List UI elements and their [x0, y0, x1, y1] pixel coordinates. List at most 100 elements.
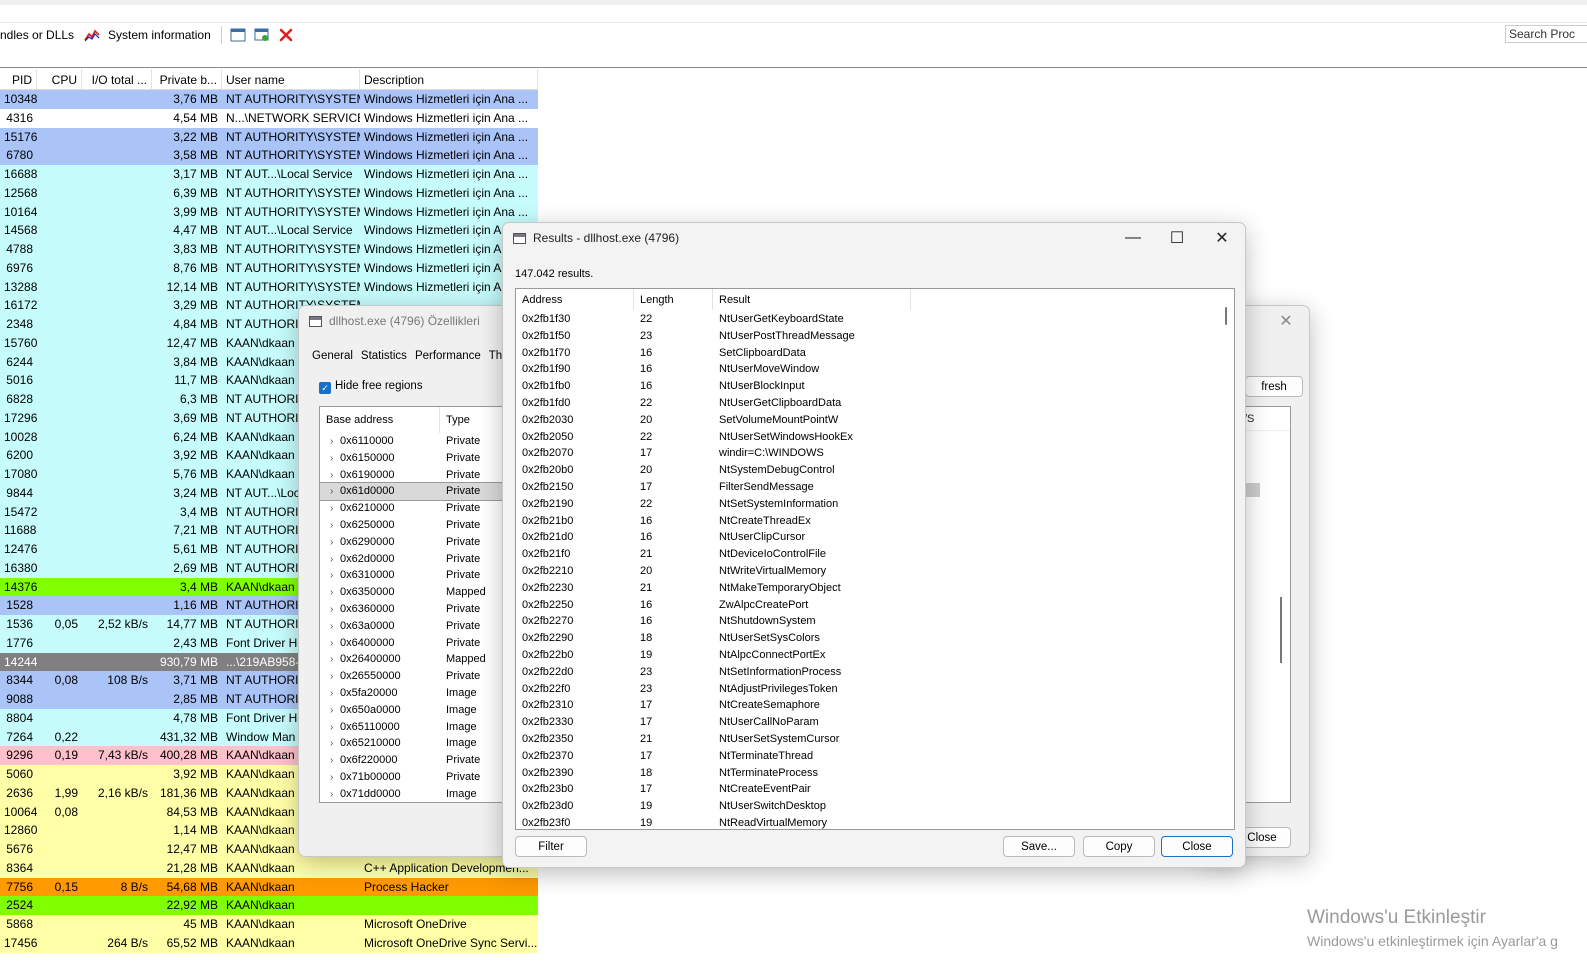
process-row[interactable]: 7756 0,15 8 B/s 54,68 MB KAAN\dkaan Process H… — [0, 877, 538, 897]
column-io-total[interactable]: I/O total ... — [82, 69, 152, 89]
result-row[interactable]: 0x2fb1f70 16 SetClipboardData — [516, 345, 1234, 362]
chevron-right-icon[interactable]: › — [330, 703, 340, 720]
chevron-right-icon[interactable]: › — [330, 518, 340, 535]
minimize-icon[interactable]: — — [1110, 223, 1156, 253]
result-row[interactable]: 0x2fb2390 18 NtTerminateProcess — [516, 765, 1234, 782]
memory-region-row[interactable]: › 0x62d0000 Private — [320, 551, 518, 568]
process-row[interactable]: 17456 264 B/s 65,52 MB KAAN\dkaan Microsoft … — [0, 933, 538, 953]
memory-region-row[interactable]: › 0x6150000 Private — [320, 450, 518, 467]
result-row[interactable]: 0x2fb21d0 16 NtUserClipCursor — [516, 529, 1234, 546]
memory-region-row[interactable]: › 0x71dd0000 Image — [320, 786, 518, 802]
terminate-icon[interactable] — [278, 28, 294, 42]
result-row[interactable]: 0x2fb1f90 16 NtUserMoveWindow — [516, 361, 1234, 378]
result-row[interactable]: 0x2fb2250 16 ZwAlpcCreatePort — [516, 597, 1234, 614]
chevron-right-icon[interactable]: › — [330, 451, 340, 468]
memory-region-row[interactable]: › 0x65110000 Image — [320, 719, 518, 736]
result-row[interactable]: 0x2fb22b0 19 NtAlpcConnectPortEx — [516, 647, 1234, 664]
result-row[interactable]: 0x2fb2050 22 NtUserSetWindowsHookEx — [516, 429, 1234, 446]
memory-region-row[interactable]: › 0x6190000 Private — [320, 467, 518, 484]
result-row[interactable]: 0x2fb2190 22 NtSetSystemInformation — [516, 496, 1234, 513]
find-window-icon[interactable] — [254, 28, 270, 42]
memory-region-row[interactable]: › 0x6400000 Private — [320, 635, 518, 652]
result-row[interactable]: 0x2fb23f0 19 NtReadVirtualMemory — [516, 815, 1234, 829]
refresh-button[interactable]: fresh — [1245, 376, 1303, 397]
close-icon[interactable]: ✕ — [1263, 306, 1309, 336]
search-input[interactable]: Search Proc — [1505, 25, 1587, 43]
memory-region-row[interactable]: › 0x6110000 Private — [320, 433, 518, 450]
chevron-right-icon[interactable]: › — [330, 652, 340, 669]
chevron-right-icon[interactable]: › — [330, 753, 340, 770]
chevron-right-icon[interactable]: › — [330, 787, 340, 802]
result-row[interactable]: 0x2fb2370 17 NtTerminateThread — [516, 748, 1234, 765]
column-type[interactable]: Type — [440, 407, 510, 433]
memory-region-row[interactable]: › 0x6310000 Private — [320, 567, 518, 584]
close-icon[interactable]: ✕ — [1199, 223, 1245, 253]
memory-region-row[interactable]: › 0x26400000 Mapped — [320, 651, 518, 668]
column-result[interactable]: Result — [713, 289, 911, 310]
maximize-icon[interactable]: ☐ — [1154, 223, 1200, 253]
column-private-bytes[interactable]: Private b... — [152, 69, 222, 89]
chevron-right-icon[interactable]: › — [330, 602, 340, 619]
chevron-right-icon[interactable]: › — [330, 468, 340, 485]
chevron-right-icon[interactable]: › — [330, 770, 340, 787]
chevron-right-icon[interactable]: › — [330, 585, 340, 602]
column-base-address[interactable]: Base address — [320, 407, 440, 433]
chevron-right-icon[interactable]: › — [330, 568, 340, 585]
result-row[interactable]: 0x2fb1fd0 22 NtUserGetClipboardData — [516, 395, 1234, 412]
tab-statistics[interactable]: Statistics — [357, 346, 411, 366]
process-row[interactable]: 16688 3,17 MB NT AUT...\Local Service Windo… — [0, 165, 538, 184]
memory-region-row[interactable]: › 0x650a0000 Image — [320, 702, 518, 719]
chevron-right-icon[interactable]: › — [330, 501, 340, 518]
result-row[interactable]: 0x2fb2030 20 SetVolumeMountPointW — [516, 412, 1234, 429]
results-scroll-thumb[interactable] — [1225, 307, 1227, 325]
save-button[interactable]: Save... — [1003, 836, 1075, 857]
result-row[interactable]: 0x2fb2270 16 NtShutdownSystem — [516, 613, 1234, 630]
process-row[interactable]: 8364 21,28 MB KAAN\dkaan C++ Application De… — [0, 858, 538, 878]
process-row[interactable]: 15176 3,22 MB NT AUTHORITY\SYSTEM Windows H… — [0, 127, 538, 147]
result-row[interactable]: 0x2fb21b0 16 NtCreateThreadEx — [516, 513, 1234, 530]
result-row[interactable]: 0x2fb22d0 23 NtSetInformationProcess — [516, 664, 1234, 681]
process-row[interactable]: 5868 45 MB KAAN\dkaan Microsoft OneDrive — [0, 915, 538, 934]
chevron-right-icon[interactable]: › — [330, 686, 340, 703]
chevron-right-icon[interactable]: › — [330, 484, 340, 501]
result-row[interactable]: 0x2fb2310 17 NtCreateSemaphore — [516, 697, 1234, 714]
process-row[interactable]: 13288 12,14 MB NT AUTHORITY\SYSTEM Windows … — [0, 277, 538, 297]
background-scroll-thumb[interactable] — [1280, 597, 1282, 663]
column-length[interactable]: Length — [634, 289, 713, 310]
process-row[interactable]: 2524 22,92 MB KAAN\dkaan — [0, 896, 538, 915]
chevron-right-icon[interactable]: › — [330, 720, 340, 737]
result-row[interactable]: 0x2fb23b0 17 NtCreateEventPair — [516, 781, 1234, 798]
close-button[interactable]: Close — [1161, 836, 1233, 857]
result-row[interactable]: 0x2fb22f0 23 NtAdjustPrivilegesToken — [516, 681, 1234, 698]
column-user-name[interactable]: User name — [222, 69, 360, 89]
result-row[interactable]: 0x2fb2150 17 FilterSendMessage — [516, 479, 1234, 496]
result-row[interactable]: 0x2fb2230 21 NtMakeTemporaryObject — [516, 580, 1234, 597]
column-cpu[interactable]: CPU — [37, 69, 82, 89]
memory-region-row[interactable]: › 0x61d0000 Private — [320, 482, 518, 502]
memory-region-row[interactable]: › 0x6210000 Private — [320, 500, 518, 517]
tab-general[interactable]: General — [308, 346, 357, 366]
window-icon[interactable] — [230, 28, 246, 42]
result-row[interactable]: 0x2fb2070 17 windir=C:\WINDOWS — [516, 445, 1234, 462]
process-row[interactable]: 4788 3,83 MB NT AUTHORITY\SYSTEM Windows Hi… — [0, 240, 538, 259]
memory-region-row[interactable]: › 0x6350000 Mapped — [320, 584, 518, 601]
chevron-right-icon[interactable]: › — [330, 736, 340, 753]
result-row[interactable]: 0x2fb1f30 22 NtUserGetKeyboardState — [516, 311, 1234, 328]
filter-button[interactable]: Filter — [515, 836, 587, 857]
result-row[interactable]: 0x2fb2210 20 NtWriteVirtualMemory — [516, 563, 1234, 580]
chevron-right-icon[interactable]: › — [330, 636, 340, 653]
chevron-right-icon[interactable]: › — [330, 552, 340, 569]
process-row[interactable]: 14568 4,47 MB NT AUT...\Local Service Windo… — [0, 221, 538, 240]
result-row[interactable]: 0x2fb1f50 23 NtUserPostThreadMessage — [516, 328, 1234, 345]
system-information-button[interactable]: System information — [84, 28, 211, 42]
find-handles-button[interactable]: ndles or DLLs — [0, 28, 74, 42]
result-row[interactable]: 0x2fb23d0 19 NtUserSwitchDesktop — [516, 798, 1234, 815]
column-address[interactable]: Address — [516, 289, 634, 310]
result-row[interactable]: 0x2fb2350 21 NtUserSetSystemCursor — [516, 731, 1234, 748]
tab-performance[interactable]: Performance — [411, 346, 485, 366]
memory-region-row[interactable]: › 0x6290000 Private — [320, 534, 518, 551]
process-row[interactable]: 10164 3,99 MB NT AUTHORITY\SYSTEM Windows H… — [0, 202, 538, 222]
memory-region-row[interactable]: › 0x5fa20000 Image — [320, 685, 518, 702]
results-scrollbar[interactable] — [1218, 289, 1234, 829]
memory-region-row[interactable]: › 0x26550000 Private — [320, 668, 518, 685]
